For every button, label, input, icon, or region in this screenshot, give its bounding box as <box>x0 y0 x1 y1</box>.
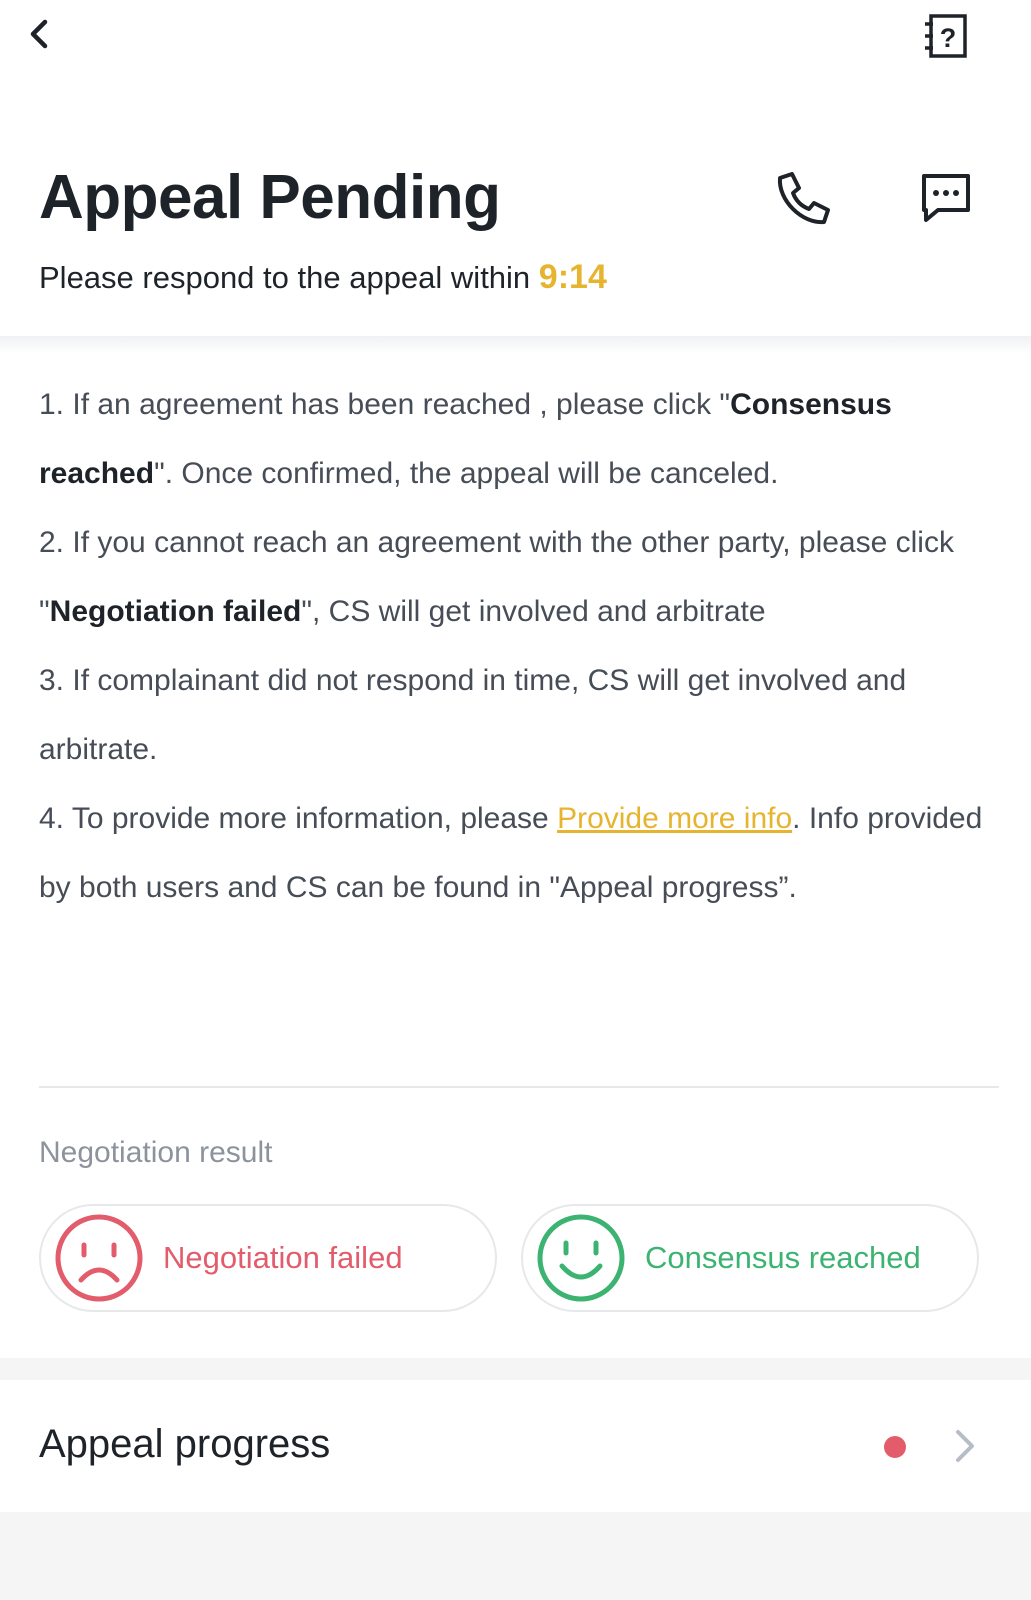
negotiation-failed-button[interactable]: Negotiation failed <box>39 1204 497 1312</box>
phone-icon <box>777 172 830 225</box>
instruction-item-2: 2. If you cannot reach an agreement with… <box>39 526 954 628</box>
appeal-progress-row[interactable]: Appeal progress <box>0 1380 1031 1512</box>
negotiation-failed-emphasis: Negotiation failed <box>49 595 302 628</box>
chevron-left-icon <box>30 19 48 49</box>
help-button[interactable]: ? <box>922 10 972 62</box>
consensus-reached-label: Consensus reached <box>645 1240 921 1275</box>
question-book-icon: ? <box>925 14 967 58</box>
call-button[interactable] <box>772 168 832 228</box>
section-separator <box>0 1358 1031 1380</box>
page-title: Appeal Pending <box>39 163 501 232</box>
appeal-instructions: 1. If an agreement has been reached , pl… <box>39 370 991 922</box>
countdown-timer: 9:14 <box>538 258 607 296</box>
divider <box>39 1086 999 1088</box>
top-bar: ? <box>0 0 1031 110</box>
provide-more-info-link[interactable]: Provide more info <box>557 802 792 835</box>
chat-bubble-icon <box>922 174 970 222</box>
svg-text:?: ? <box>940 23 957 53</box>
deadline-text: Please respond to the appeal within <box>39 260 539 295</box>
response-deadline: Please respond to the appeal within 9:14 <box>39 258 607 297</box>
bottom-area <box>0 1512 1031 1600</box>
appeal-progress-label: Appeal progress <box>39 1422 331 1466</box>
instruction-item-4: 4. To provide more information, please P… <box>39 802 983 904</box>
header-shadow <box>0 336 1031 354</box>
negotiation-result-label: Negotiation result <box>39 1136 273 1169</box>
back-button[interactable] <box>18 12 62 56</box>
happy-face-icon <box>537 1214 625 1302</box>
chat-button[interactable] <box>916 168 976 228</box>
sad-face-icon <box>55 1214 143 1302</box>
notification-dot <box>884 1436 906 1458</box>
negotiation-failed-label: Negotiation failed <box>163 1240 403 1275</box>
appeal-header: Appeal Pending Please respond to the app… <box>0 110 1031 340</box>
instruction-item-3: 3. If complainant did not respond in tim… <box>39 664 907 766</box>
consensus-reached-button[interactable]: Consensus reached <box>521 1204 979 1312</box>
instruction-item-1: 1. If an agreement has been reached , pl… <box>39 388 892 490</box>
chevron-right-icon <box>956 1430 974 1462</box>
